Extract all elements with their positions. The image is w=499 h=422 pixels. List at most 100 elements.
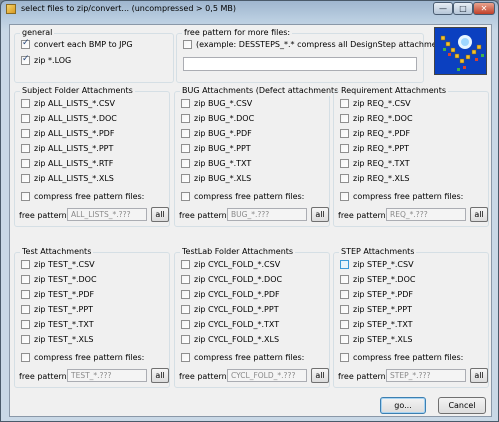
step-zip-doc-row[interactable]: zip STEP_*.DOC bbox=[340, 275, 415, 287]
subject-zip-xls-row[interactable]: zip ALL_LISTS_*.XLS bbox=[21, 174, 114, 186]
bug-zip-ppt-row[interactable]: zip BUG_*.PPT bbox=[181, 144, 251, 156]
bug-zip-xls-row[interactable]: zip BUG_*.XLS bbox=[181, 174, 251, 186]
cycl-compress-checkbox[interactable] bbox=[181, 353, 190, 362]
cycl-zip-ppt-checkbox[interactable] bbox=[181, 305, 190, 314]
req-compress-checkbox[interactable] bbox=[340, 192, 349, 201]
step-all-button[interactable]: all bbox=[470, 368, 488, 383]
bug-all-button[interactable]: all bbox=[311, 207, 329, 222]
free-pattern-more-checkbox[interactable] bbox=[183, 40, 192, 49]
req-all-button[interactable]: all bbox=[470, 207, 488, 222]
cycl-free-pattern-input[interactable]: CYCL_FOLD_*.??? bbox=[227, 369, 307, 382]
zip-log-checkbox-row[interactable]: zip *.LOG bbox=[21, 54, 71, 68]
bug-compress-checkbox[interactable] bbox=[181, 192, 190, 201]
cycl-zip-txt-row[interactable]: zip CYCL_FOLD_*.TXT bbox=[181, 320, 279, 332]
step-zip-pdf-row[interactable]: zip STEP_*.PDF bbox=[340, 290, 413, 302]
subject-zip-csv-row[interactable]: zip ALL_LISTS_*.CSV bbox=[21, 99, 115, 111]
cycl-zip-pdf-row[interactable]: zip CYCL_FOLD_*.PDF bbox=[181, 290, 280, 302]
step-zip-ppt-row[interactable]: zip STEP_*.PPT bbox=[340, 305, 412, 317]
step-zip-txt-checkbox[interactable] bbox=[340, 320, 349, 329]
test-free-pattern-input[interactable]: TEST_*.??? bbox=[67, 369, 147, 382]
go-button[interactable]: go... bbox=[380, 397, 426, 414]
step-zip-xls-checkbox[interactable] bbox=[340, 335, 349, 344]
subject-zip-rtf-row[interactable]: zip ALL_LISTS_*.RTF bbox=[21, 159, 113, 171]
test-zip-doc-row[interactable]: zip TEST_*.DOC bbox=[21, 275, 97, 287]
step-zip-csv-checkbox[interactable] bbox=[340, 260, 349, 269]
zip-log-checkbox[interactable] bbox=[21, 54, 30, 65]
test-compress-row[interactable]: compress free pattern files: bbox=[21, 353, 144, 365]
step-zip-doc-checkbox[interactable] bbox=[340, 275, 349, 284]
cycl-zip-xls-row[interactable]: zip CYCL_FOLD_*.XLS bbox=[181, 335, 279, 347]
req-zip-pdf-checkbox[interactable] bbox=[340, 129, 349, 138]
cycl-all-button[interactable]: all bbox=[311, 368, 329, 383]
req-zip-ppt-row[interactable]: zip REQ_*.PPT bbox=[340, 144, 409, 156]
bug-zip-txt-row[interactable]: zip BUG_*.TXT bbox=[181, 159, 251, 171]
bug-zip-doc-row[interactable]: zip BUG_*.DOC bbox=[181, 114, 254, 126]
test-zip-txt-checkbox[interactable] bbox=[21, 320, 30, 329]
test-zip-ppt-checkbox[interactable] bbox=[21, 305, 30, 314]
subject-compress-row[interactable]: compress free pattern files: bbox=[21, 192, 144, 204]
req-zip-xls-checkbox[interactable] bbox=[340, 174, 349, 183]
step-zip-csv-row[interactable]: zip STEP_*.CSV bbox=[340, 260, 414, 272]
step-zip-ppt-checkbox[interactable] bbox=[340, 305, 349, 314]
req-zip-csv-row[interactable]: zip REQ_*.CSV bbox=[340, 99, 411, 111]
cancel-button[interactable]: Cancel bbox=[438, 397, 486, 414]
bug-zip-csv-checkbox[interactable] bbox=[181, 99, 190, 108]
cycl-zip-ppt-row[interactable]: zip CYCL_FOLD_*.PPT bbox=[181, 305, 279, 317]
cycl-zip-csv-row[interactable]: zip CYCL_FOLD_*.CSV bbox=[181, 260, 280, 272]
title-bar[interactable]: select files to zip/convert... (uncompre… bbox=[1, 1, 498, 19]
minimize-button[interactable]: — bbox=[433, 2, 453, 15]
step-zip-xls-row[interactable]: zip STEP_*.XLS bbox=[340, 335, 412, 347]
test-compress-checkbox[interactable] bbox=[21, 353, 30, 362]
subject-zip-xls-checkbox[interactable] bbox=[21, 174, 30, 183]
test-zip-pdf-row[interactable]: zip TEST_*.PDF bbox=[21, 290, 94, 302]
cycl-zip-doc-row[interactable]: zip CYCL_FOLD_*.DOC bbox=[181, 275, 282, 287]
close-button[interactable]: ✕ bbox=[473, 2, 495, 15]
test-zip-doc-checkbox[interactable] bbox=[21, 275, 30, 284]
bug-zip-pdf-row[interactable]: zip BUG_*.PDF bbox=[181, 129, 252, 141]
req-zip-txt-row[interactable]: zip REQ_*.TXT bbox=[340, 159, 410, 171]
subject-free-pattern-input[interactable]: ALL_LISTS_*.??? bbox=[67, 208, 147, 221]
bug-zip-csv-row[interactable]: zip BUG_*.CSV bbox=[181, 99, 252, 111]
subject-zip-rtf-checkbox[interactable] bbox=[21, 159, 30, 168]
req-zip-pdf-row[interactable]: zip REQ_*.PDF bbox=[340, 129, 410, 141]
test-zip-csv-checkbox[interactable] bbox=[21, 260, 30, 269]
test-zip-txt-row[interactable]: zip TEST_*.TXT bbox=[21, 320, 94, 332]
test-zip-csv-row[interactable]: zip TEST_*.CSV bbox=[21, 260, 95, 272]
bug-compress-row[interactable]: compress free pattern files: bbox=[181, 192, 304, 204]
bug-zip-doc-checkbox[interactable] bbox=[181, 114, 190, 123]
step-compress-checkbox[interactable] bbox=[340, 353, 349, 362]
bug-zip-pdf-checkbox[interactable] bbox=[181, 129, 190, 138]
subject-zip-csv-checkbox[interactable] bbox=[21, 99, 30, 108]
cycl-zip-xls-checkbox[interactable] bbox=[181, 335, 190, 344]
step-compress-row[interactable]: compress free pattern files: bbox=[340, 353, 463, 365]
subject-zip-ppt-checkbox[interactable] bbox=[21, 144, 30, 153]
req-free-pattern-input[interactable]: REQ_*.??? bbox=[386, 208, 466, 221]
step-zip-txt-row[interactable]: zip STEP_*.TXT bbox=[340, 320, 413, 332]
subject-compress-checkbox[interactable] bbox=[21, 192, 30, 201]
subject-all-button[interactable]: all bbox=[151, 207, 169, 222]
req-zip-doc-row[interactable]: zip REQ_*.DOC bbox=[340, 114, 413, 126]
test-zip-xls-row[interactable]: zip TEST_*.XLS bbox=[21, 335, 94, 347]
bug-zip-xls-checkbox[interactable] bbox=[181, 174, 190, 183]
req-zip-ppt-checkbox[interactable] bbox=[340, 144, 349, 153]
cycl-zip-doc-checkbox[interactable] bbox=[181, 275, 190, 284]
bug-free-pattern-input[interactable]: BUG_*.??? bbox=[227, 208, 307, 221]
req-zip-csv-checkbox[interactable] bbox=[340, 99, 349, 108]
cycl-zip-txt-checkbox[interactable] bbox=[181, 320, 190, 329]
cycl-compress-row[interactable]: compress free pattern files: bbox=[181, 353, 304, 365]
bug-zip-txt-checkbox[interactable] bbox=[181, 159, 190, 168]
free-pattern-more-checkbox-row[interactable]: (example: DESSTEPS_*.* compress all Desi… bbox=[183, 40, 452, 52]
test-zip-xls-checkbox[interactable] bbox=[21, 335, 30, 344]
req-compress-row[interactable]: compress free pattern files: bbox=[340, 192, 463, 204]
maximize-button[interactable]: □ bbox=[453, 2, 473, 15]
test-zip-ppt-row[interactable]: zip TEST_*.PPT bbox=[21, 305, 93, 317]
subject-zip-ppt-row[interactable]: zip ALL_LISTS_*.PPT bbox=[21, 144, 113, 156]
req-zip-txt-checkbox[interactable] bbox=[340, 159, 349, 168]
free-pattern-more-input[interactable] bbox=[183, 57, 417, 71]
bug-zip-ppt-checkbox[interactable] bbox=[181, 144, 190, 153]
step-free-pattern-input[interactable]: STEP_*.??? bbox=[386, 369, 466, 382]
req-zip-xls-row[interactable]: zip REQ_*.XLS bbox=[340, 174, 410, 186]
convert-bmp-checkbox[interactable] bbox=[21, 38, 30, 49]
req-zip-doc-checkbox[interactable] bbox=[340, 114, 349, 123]
subject-zip-pdf-checkbox[interactable] bbox=[21, 129, 30, 138]
